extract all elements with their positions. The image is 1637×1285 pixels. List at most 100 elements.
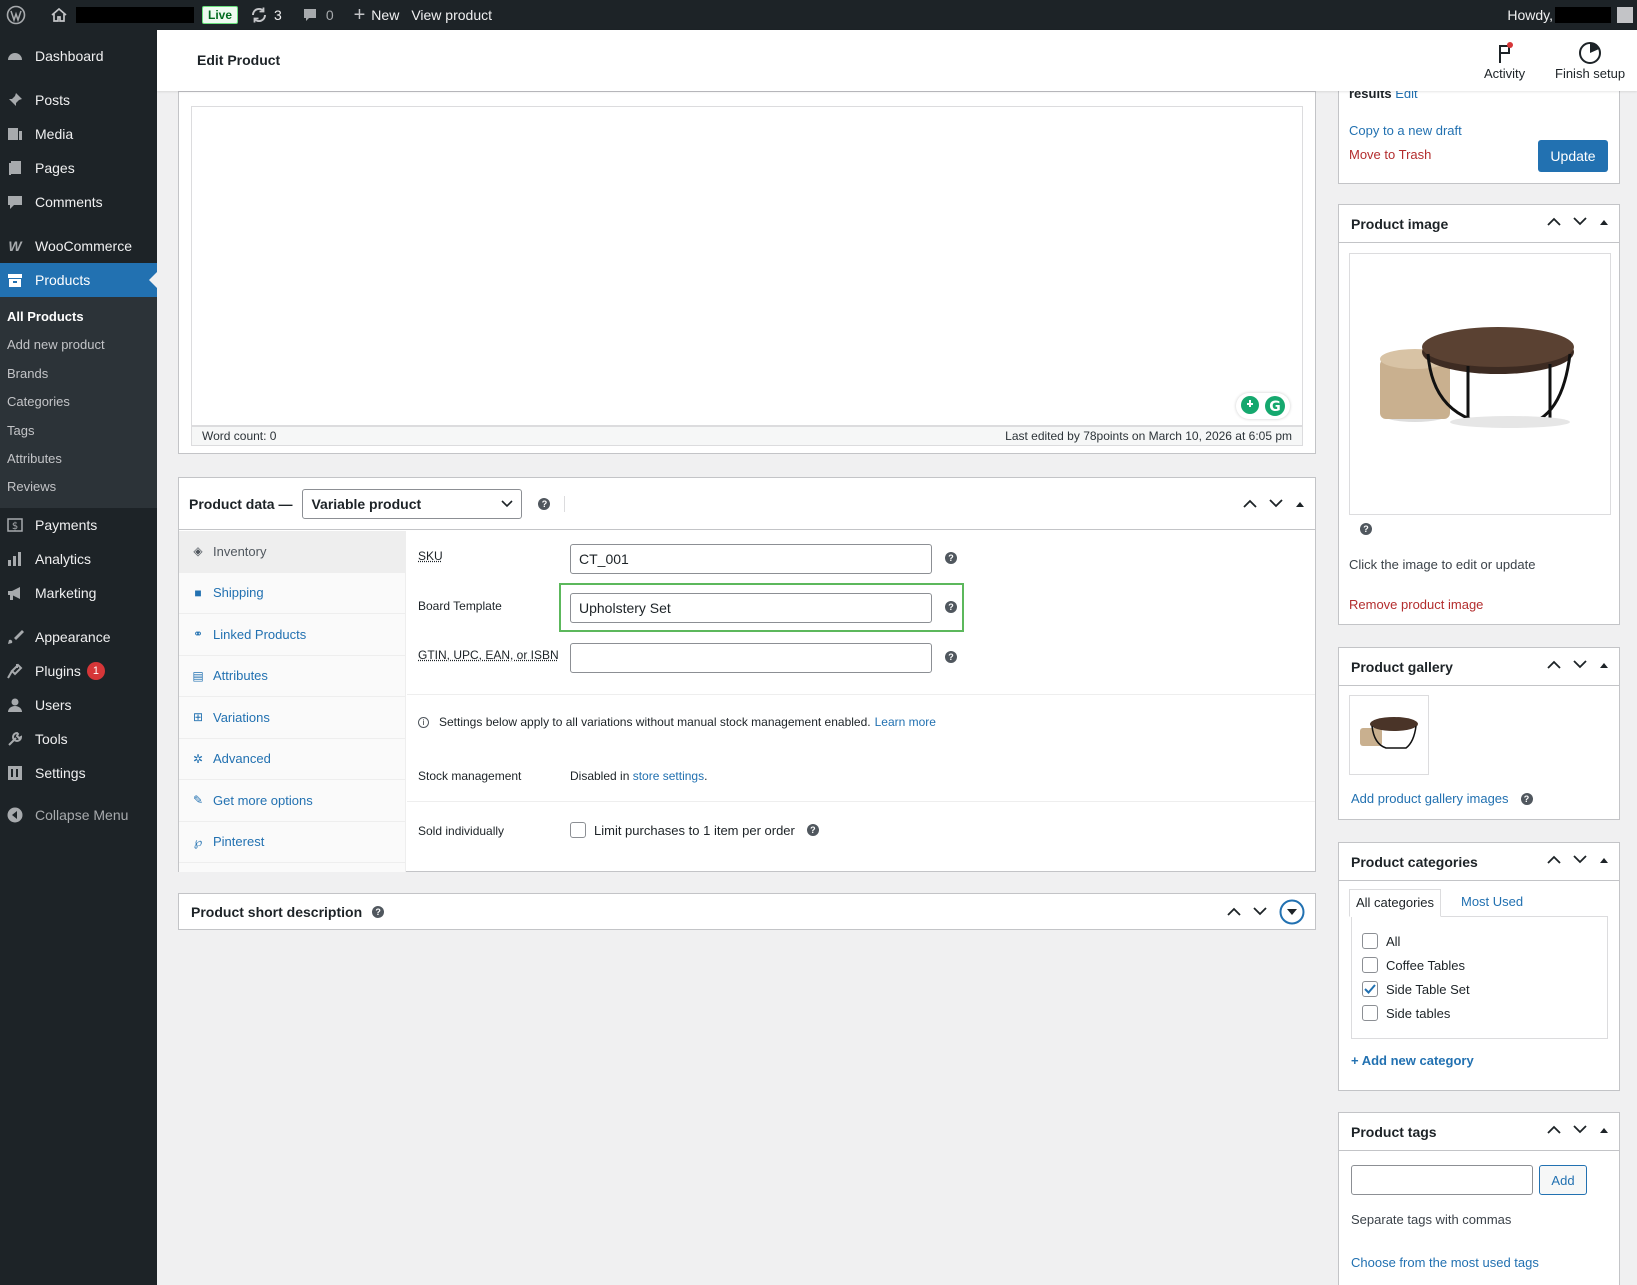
new-content-link[interactable]: + New — [348, 0, 406, 30]
grammarly-widget[interactable]: G — [1236, 393, 1290, 419]
product-type-select[interactable]: Variable product — [302, 488, 523, 519]
category-coffee-tables[interactable]: Coffee Tables — [1362, 953, 1607, 977]
chevron-up-icon[interactable] — [1547, 1125, 1561, 1134]
add-tag-button[interactable]: Add — [1539, 1165, 1587, 1195]
chevron-down-icon[interactable] — [1253, 907, 1267, 916]
menu-pages[interactable]: Pages — [0, 151, 157, 185]
category-checkbox[interactable] — [1362, 933, 1378, 949]
help-icon[interactable]: ? — [945, 651, 957, 663]
tab-most-used[interactable]: Most Used — [1455, 889, 1529, 917]
collapse-triangle-icon[interactable] — [1599, 1126, 1609, 1134]
submenu-tags[interactable]: Tags — [0, 417, 157, 445]
chevron-up-icon[interactable] — [1227, 907, 1241, 916]
sku-input[interactable]: CT_001 — [570, 544, 932, 574]
tab-variations[interactable]: ⊞ Variations — [179, 697, 405, 739]
sku-label: SKU — [418, 549, 443, 563]
toggle-circle-icon[interactable] — [1279, 899, 1305, 925]
menu-products[interactable]: Products — [0, 263, 157, 297]
help-icon[interactable]: ? — [945, 552, 957, 564]
category-all[interactable]: All — [1362, 929, 1607, 953]
submenu-all-products[interactable]: All Products — [0, 303, 157, 331]
help-icon[interactable]: ? — [1360, 523, 1372, 535]
product-image[interactable] — [1349, 253, 1611, 515]
submenu-add-new-product[interactable]: Add new product — [0, 331, 157, 359]
editor-textarea[interactable]: G — [191, 106, 1303, 426]
tab-shipping[interactable]: ■ Shipping — [179, 573, 405, 614]
menu-appearance[interactable]: Appearance — [0, 620, 157, 654]
tab-pinterest[interactable]: ℘ Pinterest — [179, 822, 405, 863]
copy-draft-link[interactable]: Copy to a new draft — [1349, 123, 1462, 138]
notice-text: Settings below apply to all variations w… — [439, 715, 871, 729]
help-icon[interactable]: ? — [806, 824, 819, 836]
menu-plugins[interactable]: Plugins 1 — [0, 654, 157, 688]
gallery-thumbnail[interactable] — [1349, 695, 1429, 775]
help-icon[interactable]: ? — [945, 601, 957, 613]
move-to-trash-link[interactable]: Move to Trash — [1349, 147, 1431, 162]
chevron-down-icon[interactable] — [1573, 855, 1587, 864]
menu-posts[interactable]: Posts — [0, 83, 157, 117]
gtin-input[interactable] — [570, 643, 932, 673]
menu-media[interactable]: Media — [0, 117, 157, 151]
remove-product-image-link[interactable]: Remove product image — [1349, 597, 1483, 612]
comments-link[interactable]: 0 — [296, 0, 340, 30]
collapse-triangle-icon[interactable] — [1599, 856, 1609, 864]
tab-attributes[interactable]: ▤ Attributes — [179, 656, 405, 697]
help-icon[interactable]: ? — [372, 905, 385, 918]
sold-individually-checkbox[interactable] — [570, 822, 586, 838]
chevron-up-icon[interactable] — [1547, 855, 1561, 864]
menu-woocommerce[interactable]: W WooCommerce — [0, 229, 157, 263]
view-product-link[interactable]: View product — [405, 0, 498, 30]
menu-payments[interactable]: $ Payments — [0, 508, 157, 542]
tab-get-more-options[interactable]: ✎ Get more options — [179, 780, 405, 822]
category-checkbox[interactable] — [1362, 1005, 1378, 1021]
page-title: Edit Product — [197, 52, 281, 68]
add-new-category-link[interactable]: + Add new category — [1351, 1053, 1474, 1068]
collapse-triangle-icon[interactable] — [1599, 218, 1609, 226]
menu-users[interactable]: Users — [0, 688, 157, 722]
tags-input[interactable] — [1351, 1165, 1533, 1195]
tab-all-categories[interactable]: All categories — [1349, 889, 1442, 917]
site-name-redacted[interactable] — [76, 7, 194, 23]
category-checkbox[interactable] — [1362, 957, 1378, 973]
menu-analytics[interactable]: Analytics — [0, 542, 157, 576]
submenu-reviews[interactable]: Reviews — [0, 473, 157, 501]
wordpress-logo-icon[interactable] — [0, 0, 32, 30]
choose-most-used-tags-link[interactable]: Choose from the most used tags — [1351, 1255, 1539, 1270]
tab-linked-products[interactable]: ⚭ Linked Products — [179, 614, 405, 656]
category-side-table-set[interactable]: Side Table Set — [1362, 977, 1607, 1001]
chevron-down-icon[interactable] — [1269, 499, 1283, 508]
store-settings-link[interactable]: store settings — [633, 769, 704, 783]
category-side-tables[interactable]: Side tables — [1362, 1001, 1607, 1025]
updates-link[interactable]: 3 — [244, 0, 288, 30]
collapse-triangle-icon[interactable] — [1295, 500, 1305, 508]
chevron-up-icon[interactable] — [1243, 499, 1257, 508]
menu-dashboard[interactable]: Dashboard — [0, 39, 157, 73]
chevron-up-icon[interactable] — [1547, 660, 1561, 669]
submenu-categories[interactable]: Categories — [0, 388, 157, 416]
help-icon[interactable]: ? — [1520, 792, 1533, 805]
chevron-up-icon[interactable] — [1547, 217, 1561, 226]
tab-inventory[interactable]: ◈ Inventory — [179, 531, 405, 573]
home-icon[interactable] — [44, 0, 74, 30]
help-icon[interactable]: ? — [538, 497, 551, 510]
chevron-down-icon[interactable] — [1573, 217, 1587, 226]
activity-button[interactable]: Activity — [1484, 40, 1525, 81]
category-checkbox-checked[interactable] — [1362, 981, 1378, 997]
add-gallery-images-link[interactable]: Add product gallery images — [1351, 791, 1509, 806]
learn-more-link[interactable]: Learn more — [875, 715, 936, 729]
menu-comments[interactable]: Comments — [0, 185, 157, 219]
menu-tools[interactable]: Tools — [0, 722, 157, 756]
chevron-down-icon[interactable] — [1573, 660, 1587, 669]
chevron-down-icon[interactable] — [1573, 1125, 1587, 1134]
update-button[interactable]: Update — [1538, 140, 1608, 172]
collapse-triangle-icon[interactable] — [1599, 661, 1609, 669]
tab-advanced[interactable]: ✲ Advanced — [179, 739, 405, 780]
finish-setup-button[interactable]: Finish setup — [1555, 40, 1625, 81]
submenu-attributes[interactable]: Attributes — [0, 445, 157, 473]
board-template-input[interactable]: Upholstery Set — [570, 593, 932, 623]
howdy-account[interactable]: Howdy, — [1501, 0, 1637, 30]
menu-collapse[interactable]: Collapse Menu — [0, 798, 157, 832]
menu-marketing[interactable]: Marketing — [0, 576, 157, 610]
menu-settings[interactable]: Settings — [0, 756, 157, 790]
submenu-brands[interactable]: Brands — [0, 360, 157, 388]
